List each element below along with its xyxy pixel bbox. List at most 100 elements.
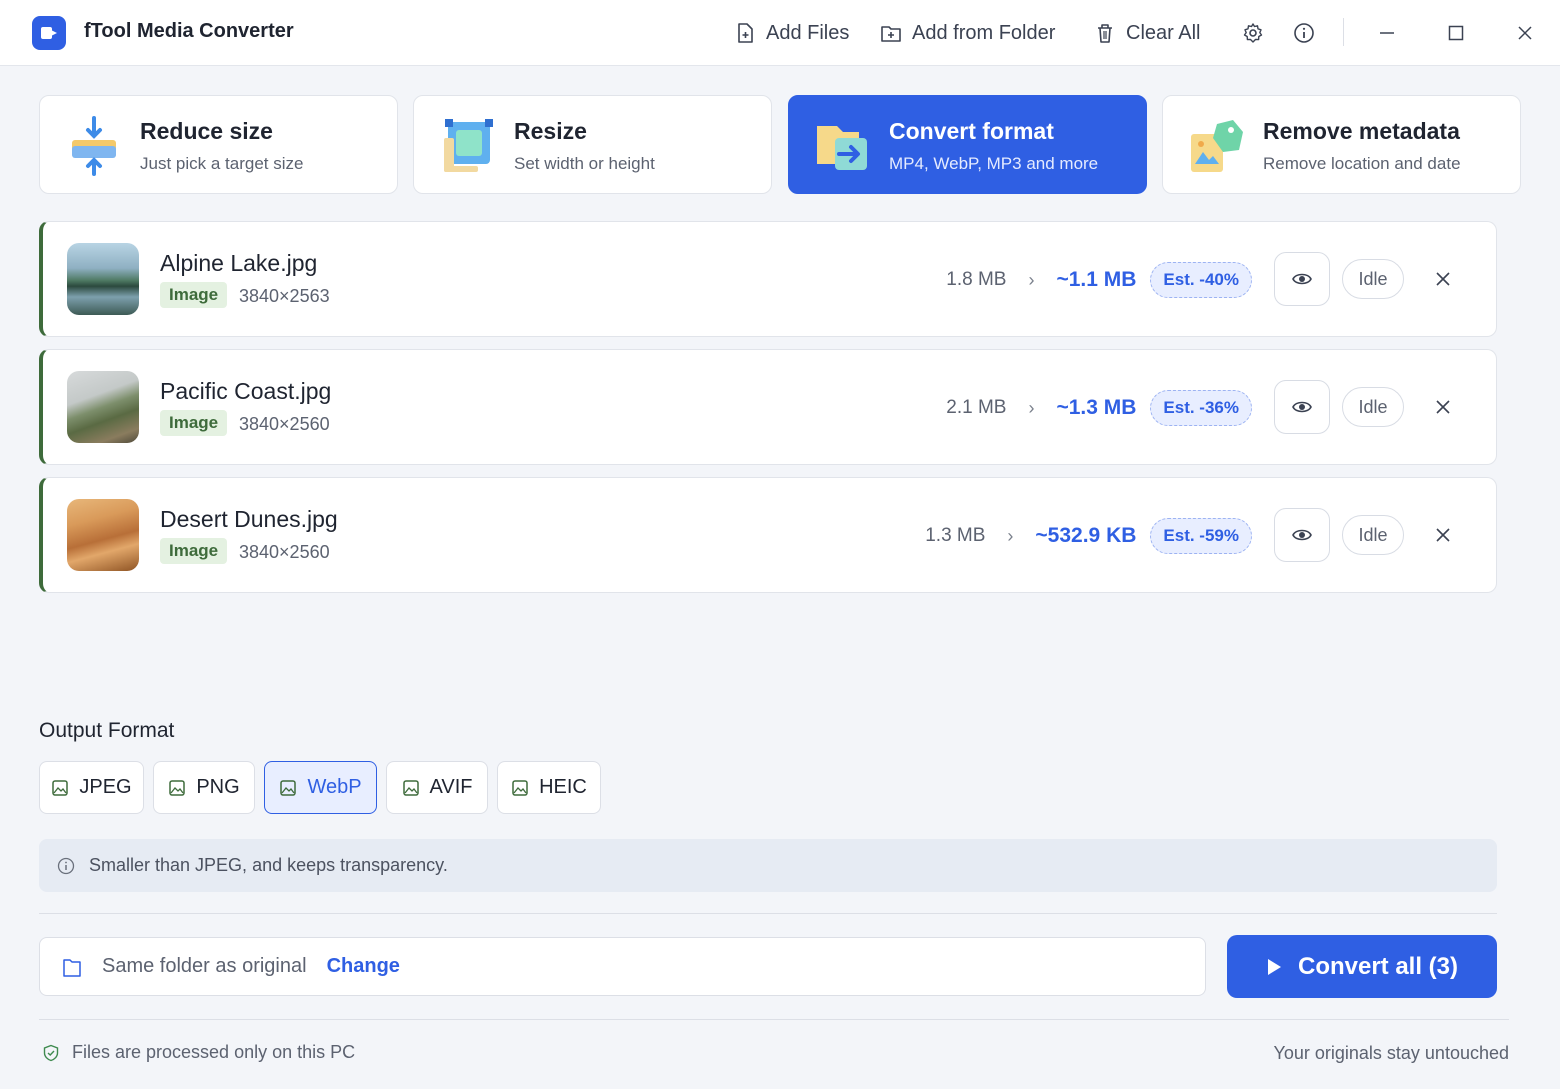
format-option-webp[interactable]: WebP	[264, 761, 377, 814]
format-option-heic[interactable]: HEIC	[497, 761, 601, 814]
add-files-label: Add Files	[766, 21, 850, 44]
convert-all-label: Convert all (3)	[1297, 952, 1459, 980]
format-option-jpeg[interactable]: JPEG	[39, 761, 144, 814]
add-from-folder-button[interactable]: Add from Folder	[880, 18, 1055, 48]
estimate-badge: Est. -36%	[1150, 390, 1252, 426]
status-button[interactable]: Idle	[1342, 387, 1404, 427]
file-type-badge: Image	[160, 282, 228, 308]
resize-icon	[438, 116, 498, 176]
close-icon	[1436, 528, 1450, 542]
file-thumbnail	[67, 243, 139, 315]
file-dimensions: 3840×2560	[239, 414, 330, 434]
mode-card-remove-metadata[interactable]: Remove metadata Remove location and date	[1162, 95, 1521, 194]
format-label: HEIC	[539, 776, 587, 798]
original-size: 1.3 MB	[925, 525, 986, 546]
mode-card-reduce-size[interactable]: Reduce size Just pick a target size	[39, 95, 398, 194]
file-thumbnail	[67, 371, 139, 443]
info-icon[interactable]	[1291, 20, 1317, 46]
estimate-badge: Est. -40%	[1150, 262, 1252, 298]
format-option-png[interactable]: PNG	[153, 761, 255, 814]
mode-subtitle: Just pick a target size	[140, 154, 304, 173]
mode-card-convert-format[interactable]: Convert format MP4, WebP, MP3 and more	[788, 95, 1147, 194]
image-icon	[280, 779, 297, 796]
estimate-badge: Est. -59%	[1150, 518, 1252, 554]
add-from-folder-label: Add from Folder	[912, 21, 1056, 44]
footer-divider	[39, 1019, 1509, 1020]
app-logo-icon	[32, 16, 66, 50]
mode-subtitle: Set width or height	[514, 154, 655, 173]
play-icon	[1267, 958, 1281, 975]
chevron-right-icon: ›	[1028, 397, 1035, 418]
compress-icon	[64, 116, 124, 176]
new-size: ~1.1 MB	[1056, 268, 1137, 291]
title-bar: fTool Media Converter Add Files Add from…	[0, 0, 1560, 66]
preview-button[interactable]	[1274, 508, 1330, 562]
output-format-label: Output Format	[39, 719, 175, 742]
privacy-note: Files are processed only on this PC	[42, 1042, 355, 1063]
mode-title: Reduce size	[140, 118, 273, 144]
file-row[interactable]: Desert Dunes.jpg Image 3840×2560 1.3 MB …	[39, 477, 1497, 593]
preview-button[interactable]	[1274, 380, 1330, 434]
file-name: Alpine Lake.jpg	[160, 250, 318, 276]
status-button[interactable]: Idle	[1342, 259, 1404, 299]
settings-icon[interactable]	[1240, 20, 1266, 46]
format-hint-text: Smaller than JPEG, and keeps transparenc…	[89, 855, 448, 875]
format-option-avif[interactable]: AVIF	[386, 761, 488, 814]
folder-icon	[63, 958, 81, 977]
file-row[interactable]: Pacific Coast.jpg Image 3840×2560 2.1 MB…	[39, 349, 1497, 465]
trash-icon	[1098, 24, 1112, 43]
mode-title: Resize	[514, 118, 587, 144]
add-files-button[interactable]: Add Files	[734, 18, 849, 48]
file-dimensions: 3840×2560	[239, 542, 330, 562]
mode-card-resize[interactable]: Resize Set width or height	[413, 95, 772, 194]
file-name: Desert Dunes.jpg	[160, 506, 338, 532]
file-type-badge: Image	[160, 538, 228, 564]
format-label: PNG	[196, 776, 240, 798]
remove-file-button[interactable]	[1428, 520, 1458, 550]
eye-icon	[1292, 529, 1312, 541]
file-dimensions: 3840×2563	[239, 286, 330, 306]
eye-icon	[1292, 273, 1312, 285]
new-size: ~532.9 KB	[1035, 524, 1137, 547]
file-row[interactable]: Alpine Lake.jpg Image 3840×2563 1.8 MB ›…	[39, 221, 1497, 337]
size-estimate: 2.1 MB › ~1.3 MB Est. -36%	[946, 388, 1252, 428]
image-icon	[169, 779, 186, 796]
mode-title: Convert format	[889, 118, 1054, 144]
clear-all-label: Clear All	[1126, 21, 1201, 44]
status-button[interactable]: Idle	[1342, 515, 1404, 555]
close-icon	[1436, 400, 1450, 414]
mode-subtitle: Remove location and date	[1263, 154, 1461, 173]
format-label: JPEG	[79, 776, 132, 798]
originals-note: Your originals stay untouched	[1273, 1043, 1510, 1063]
maximize-icon[interactable]	[1443, 20, 1469, 46]
format-label: AVIF	[429, 776, 473, 798]
format-label: WebP	[307, 776, 362, 798]
convert-icon	[813, 116, 873, 176]
remove-file-button[interactable]	[1428, 264, 1458, 294]
image-icon	[52, 779, 69, 796]
convert-all-button[interactable]: Convert all (3)	[1227, 935, 1497, 998]
image-icon	[512, 779, 528, 796]
destination-text: Same folder as original	[102, 955, 307, 977]
chevron-right-icon: ›	[1028, 269, 1035, 290]
file-plus-icon	[738, 23, 753, 43]
close-window-icon[interactable]	[1512, 20, 1538, 46]
clear-all-button[interactable]: Clear All	[1094, 18, 1200, 48]
minimize-icon[interactable]	[1374, 20, 1400, 46]
section-divider	[39, 913, 1497, 914]
format-hint: Smaller than JPEG, and keeps transparenc…	[39, 839, 1497, 892]
folder-plus-icon	[881, 26, 901, 42]
change-folder-link[interactable]: Change	[327, 955, 400, 978]
mode-title: Remove metadata	[1263, 118, 1460, 144]
new-size: ~1.3 MB	[1056, 396, 1137, 419]
remove-file-button[interactable]	[1428, 392, 1458, 422]
size-estimate: 1.8 MB › ~1.1 MB Est. -40%	[946, 260, 1252, 300]
chevron-right-icon: ›	[1007, 525, 1014, 546]
app-title: fTool Media Converter	[84, 20, 294, 42]
privacy-note-text: Files are processed only on this PC	[72, 1042, 356, 1062]
original-size: 2.1 MB	[946, 397, 1007, 418]
eye-icon	[1292, 401, 1312, 413]
metadata-tag-icon	[1187, 116, 1247, 176]
close-icon	[1436, 272, 1450, 286]
preview-button[interactable]	[1274, 252, 1330, 306]
